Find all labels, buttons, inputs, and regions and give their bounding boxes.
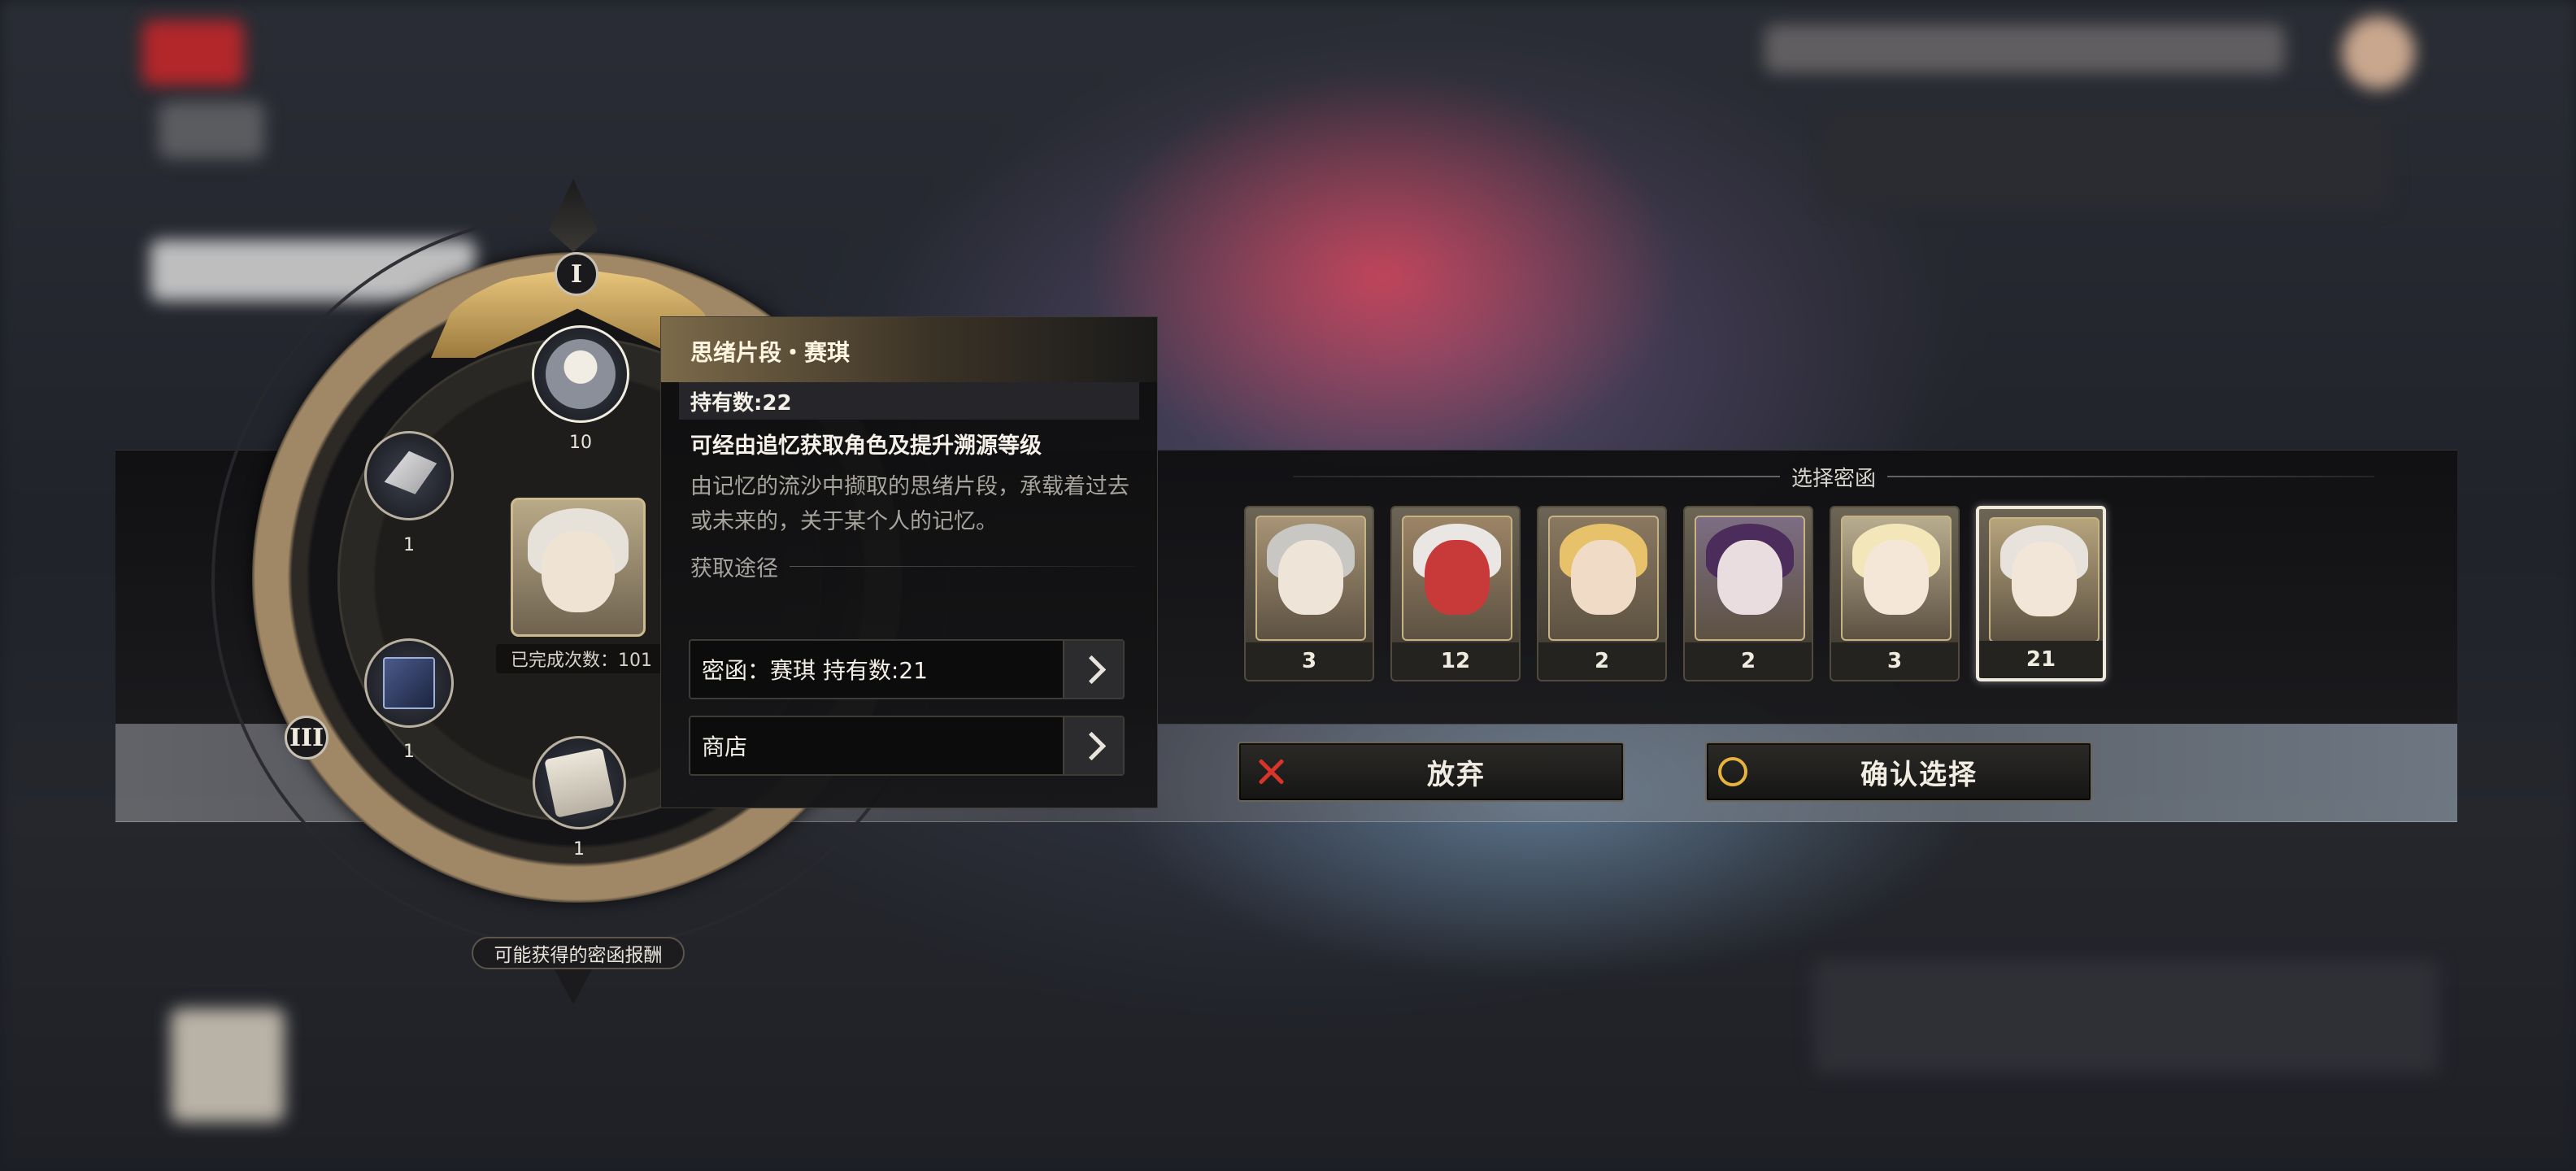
source-arrow [1063,641,1123,698]
portrait-face [1717,540,1782,615]
current-letter-portrait [511,498,646,637]
tooltip-subtitle: 可经由追忆获取角色及提升溯源等级 [690,433,1042,459]
letter-card-list: 3 12 2 2 3 21 [1244,506,2106,681]
letter-card[interactable]: 21 [1976,506,2106,681]
background-blur-block [159,102,264,159]
source-arrow [1063,717,1123,774]
reward-book-item[interactable] [364,638,454,728]
letter-card-count: 2 [1538,642,1665,680]
letter-card[interactable]: 2 [1537,506,1667,681]
reward-count: 10 [569,433,592,453]
wing-icon [384,451,437,494]
source-heading-label: 获取途径 [690,556,778,581]
reward-count: 1 [403,535,415,555]
divider [790,566,1134,567]
background-blur-block [1813,960,2439,1073]
close-icon [1254,754,1290,790]
divider [1293,476,1780,477]
portrait-face [2012,542,2077,616]
abandon-label: 放弃 [1427,758,1486,791]
letter-card-count: 3 [1831,642,1958,680]
divider [1887,476,2375,477]
reward-count: 1 [573,839,585,860]
letter-card[interactable]: 3 [1244,506,1374,681]
source-label: 密函：赛琪 持有数:21 [702,657,928,684]
reward-character-fragment[interactable] [532,325,629,423]
background-blur-block [142,20,244,85]
select-letter-title: 选择密函 [1791,466,1877,491]
letter-card[interactable]: 12 [1390,506,1521,681]
character-portrait [1989,517,2100,642]
background-blur-block [2342,16,2415,89]
book-icon [383,657,435,709]
tier-numeral-top: I [555,252,598,296]
tooltip-owned-count: 持有数:22 [679,382,1139,420]
letter-card-count: 21 [1979,641,2103,678]
item-tooltip: 思绪片段・赛琪 持有数:22 可经由追忆获取角色及提升溯源等级 由记忆的流沙中撷… [660,316,1158,808]
portrait-face [1425,540,1490,615]
character-portrait [1255,516,1366,641]
completed-count: 已完成次数：101 [496,644,667,673]
character-portrait [1402,516,1512,641]
source-letter-button[interactable]: 密函：赛琪 持有数:21 [689,639,1125,699]
tier-numeral-left: III [285,716,329,760]
letter-card-count: 12 [1392,642,1519,680]
background-blur-block [171,1008,285,1122]
portrait-face [1278,540,1343,615]
character-portrait [1695,516,1805,641]
portrait-face [1571,540,1636,615]
portrait-face [1864,540,1929,615]
letter-card-count: 3 [1246,642,1373,680]
scroll-icon [544,747,615,818]
letter-card-count: 2 [1685,642,1812,680]
source-heading: 获取途径 [690,551,1134,582]
character-portrait [1548,516,1659,641]
select-letter-heading: 选择密函 [1293,460,2375,493]
letter-card[interactable]: 3 [1830,506,1960,681]
background-blur-block [1764,24,2285,73]
chevron-right-icon [1077,655,1106,684]
confirm-selection-button[interactable]: 确认选择 [1705,742,2092,802]
background-blur-block [1821,110,2391,207]
tooltip-title: 思绪片段・赛琪 [661,317,1157,382]
character-portrait [1841,516,1952,641]
reward-wing-item[interactable] [364,431,454,520]
abandon-button[interactable]: 放弃 [1238,742,1625,802]
confirm-label: 确认选择 [1860,758,1978,791]
possible-rewards-caption: 可能获得的密函报酬 [472,937,685,969]
portrait-face [542,531,615,612]
reward-count: 1 [403,742,415,762]
chevron-right-icon [1077,731,1106,760]
tooltip-description: 由记忆的流沙中撷取的思绪片段，承载着过去或未来的，关于某个人的记忆。 [690,474,1129,534]
letter-card[interactable]: 2 [1683,506,1813,681]
source-label: 商店 [702,734,748,760]
character-portrait-icon [546,339,616,409]
reward-scroll-item[interactable] [533,736,626,829]
source-shop-button[interactable]: 商店 [689,716,1125,776]
circle-icon [1718,757,1747,786]
